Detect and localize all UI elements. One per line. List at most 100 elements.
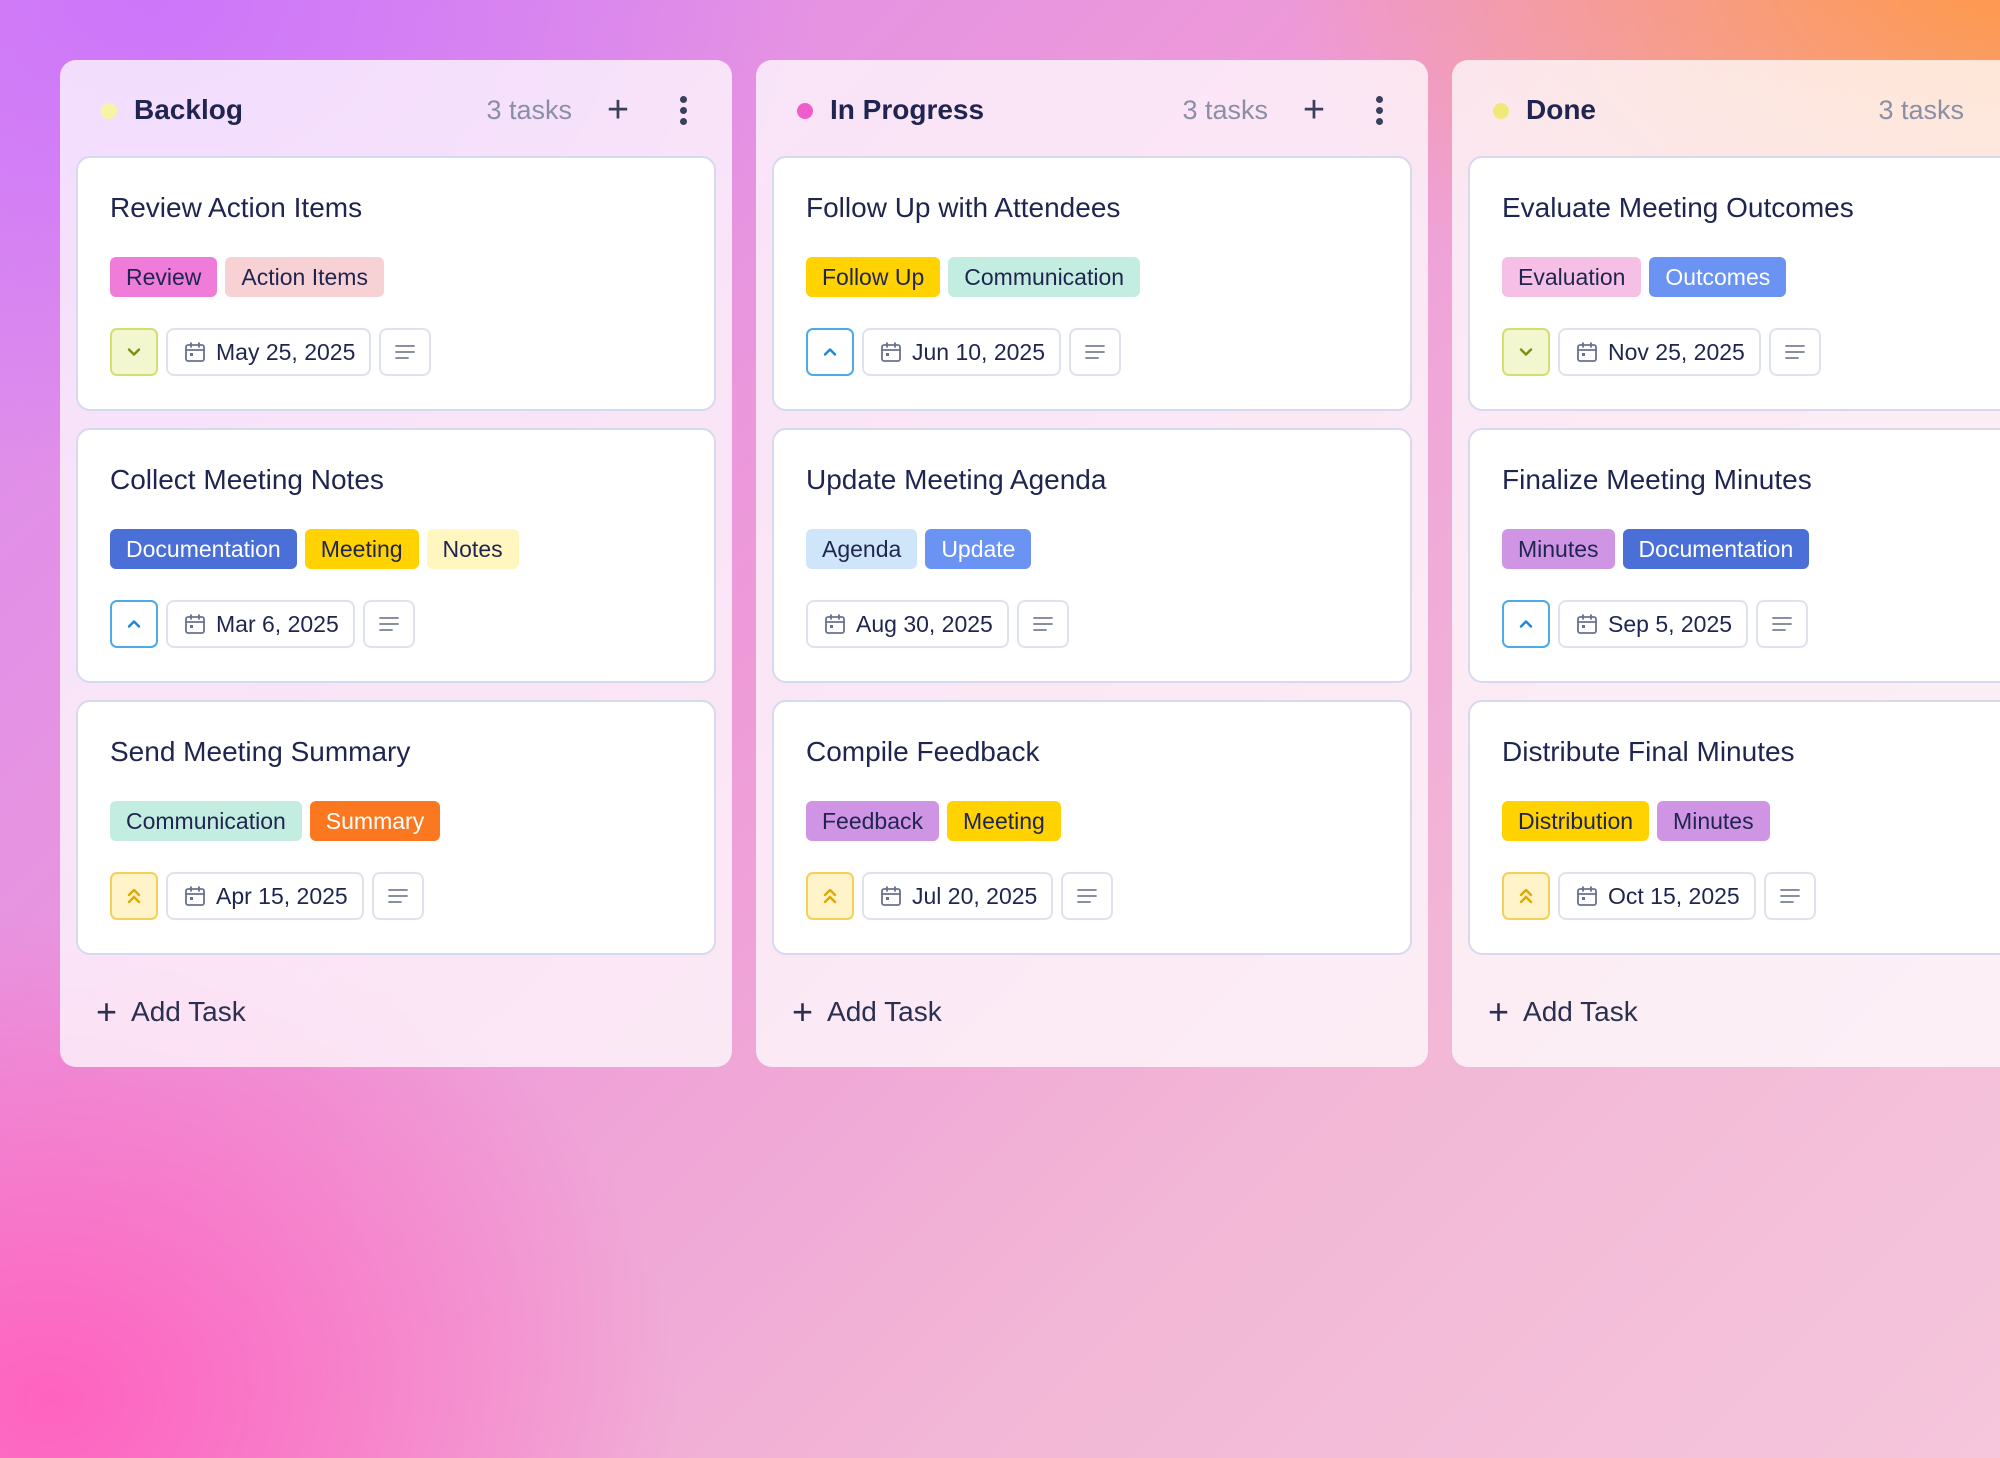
priority-button[interactable] (110, 328, 158, 376)
calendar-icon (1577, 886, 1597, 906)
task-meta: Oct 15, 2025 (1502, 872, 1816, 920)
due-date-button[interactable]: Aug 30, 2025 (806, 600, 1009, 648)
column-title: Backlog (134, 94, 243, 125)
tag: Communication (948, 257, 1141, 297)
tag: Documentation (1622, 529, 1810, 569)
task-card[interactable]: Review Action Items Review Action Items … (76, 156, 716, 411)
priority-button[interactable] (806, 328, 854, 376)
due-date-button[interactable]: Jun 10, 2025 (862, 328, 1062, 376)
add-task-button[interactable]: + Add Task (1488, 990, 1638, 1034)
status-dot (101, 103, 117, 119)
priority-button[interactable] (1502, 328, 1550, 376)
due-date: Nov 25, 2025 (1608, 338, 1745, 365)
notes-button[interactable] (371, 872, 424, 920)
tag-list: Follow Up Communication (806, 257, 1141, 297)
notes-button[interactable] (379, 328, 432, 376)
calendar-icon (185, 614, 205, 634)
priority-button[interactable] (110, 600, 158, 648)
column-header: Backlog 3 tasks + (60, 60, 732, 160)
more-vertical-icon[interactable] (1368, 90, 1392, 130)
task-card[interactable]: Evaluate Meeting Outcomes Evaluation Out… (1468, 156, 2000, 411)
chevron-up-icon (823, 348, 837, 356)
task-card[interactable]: Compile Feedback Feedback Meeting Jul 20… (772, 700, 1412, 955)
due-date-button[interactable]: Mar 6, 2025 (166, 600, 355, 648)
add-icon[interactable]: + (1294, 90, 1334, 130)
task-card[interactable]: Distribute Final Minutes Distribution Mi… (1468, 700, 2000, 955)
chevron-up-icon (1519, 620, 1533, 628)
notes-button[interactable] (362, 600, 415, 648)
tag-list: Review Action Items (110, 257, 384, 297)
task-meta: May 25, 2025 (110, 328, 432, 376)
task-card[interactable]: Finalize Meeting Minutes Minutes Documen… (1468, 428, 2000, 683)
text-lines-icon (1784, 345, 1805, 359)
column-header: In Progress 3 tasks + (756, 60, 1428, 160)
due-date: May 25, 2025 (216, 338, 356, 365)
due-date-button[interactable]: Nov 25, 2025 (1558, 328, 1761, 376)
task-card[interactable]: Collect Meeting Notes Documentation Meet… (76, 428, 716, 683)
tag: Evaluation (1502, 257, 1642, 297)
task-meta: Jul 20, 2025 (806, 872, 1114, 920)
priority-button[interactable] (110, 872, 158, 920)
notes-button[interactable] (1061, 872, 1114, 920)
tag-list: Minutes Documentation (1502, 529, 1810, 569)
column-done: Done 3 tasks Evaluate Meeting Outcomes E… (1452, 60, 2000, 1067)
text-lines-icon (378, 617, 399, 631)
calendar-icon (185, 886, 205, 906)
chevron-up-icon (127, 620, 141, 628)
tag: Outcomes (1649, 257, 1787, 297)
notes-button[interactable] (1763, 872, 1816, 920)
priority-button[interactable] (1502, 872, 1550, 920)
plus-icon: + (1488, 991, 1510, 1032)
notes-button[interactable] (1768, 328, 1821, 376)
tag: Review (110, 257, 218, 297)
text-lines-icon (1772, 617, 1792, 631)
task-card[interactable]: Send Meeting Summary Communication Summa… (76, 700, 716, 955)
column-header: Done 3 tasks (1452, 60, 2000, 160)
double-chevron-up-icon (127, 888, 141, 904)
due-date: Mar 6, 2025 (216, 610, 339, 637)
due-date: Jun 10, 2025 (912, 338, 1046, 365)
tag-list: Communication Summary (110, 801, 441, 841)
notes-button[interactable] (1016, 600, 1069, 648)
due-date-button[interactable]: Jul 20, 2025 (862, 872, 1054, 920)
due-date-button[interactable]: Apr 15, 2025 (166, 872, 364, 920)
task-count: 3 tasks (486, 95, 572, 125)
task-meta: Aug 30, 2025 (806, 600, 1069, 648)
notes-button[interactable] (1756, 600, 1809, 648)
calendar-icon (185, 342, 205, 362)
plus-icon: + (96, 991, 118, 1032)
priority-button[interactable] (1502, 600, 1550, 648)
due-date-button[interactable]: Sep 5, 2025 (1558, 600, 1749, 648)
add-task-button[interactable]: + Add Task (792, 990, 942, 1034)
calendar-icon (825, 614, 845, 634)
task-card[interactable]: Follow Up with Attendees Follow Up Commu… (772, 156, 1412, 411)
notes-button[interactable] (1069, 328, 1122, 376)
add-task-button[interactable]: + Add Task (96, 990, 246, 1034)
due-date-button[interactable]: May 25, 2025 (166, 328, 372, 376)
task-title: Send Meeting Summary (110, 736, 411, 767)
tag: Agenda (806, 529, 918, 569)
more-vertical-icon[interactable] (672, 90, 696, 130)
tag: Summary (309, 801, 441, 841)
column-backlog: Backlog 3 tasks + Review Action Items Re… (60, 60, 732, 1067)
add-task-label: Add Task (131, 996, 246, 1027)
due-date: Oct 15, 2025 (1608, 882, 1740, 909)
text-lines-icon (387, 889, 408, 903)
priority-button[interactable] (806, 872, 854, 920)
add-icon[interactable]: + (598, 90, 638, 130)
calendar-icon (881, 886, 901, 906)
calendar-icon (881, 342, 901, 362)
tag-list: Evaluation Outcomes (1502, 257, 1787, 297)
tag-list: Feedback Meeting (806, 801, 1061, 841)
column-in-progress: In Progress 3 tasks + Follow Up with Att… (756, 60, 1428, 1067)
chevron-down-icon (1519, 348, 1533, 356)
tag: Distribution (1502, 801, 1650, 841)
text-lines-icon (395, 345, 416, 359)
due-date: Apr 15, 2025 (216, 882, 348, 909)
task-card[interactable]: Update Meeting Agenda Agenda Update Aug … (772, 428, 1412, 683)
task-title: Compile Feedback (806, 736, 1040, 767)
task-title: Finalize Meeting Minutes (1502, 464, 1812, 495)
due-date-button[interactable]: Oct 15, 2025 (1558, 872, 1756, 920)
task-count: 3 tasks (1878, 95, 1964, 125)
column-title: Done (1526, 94, 1596, 125)
